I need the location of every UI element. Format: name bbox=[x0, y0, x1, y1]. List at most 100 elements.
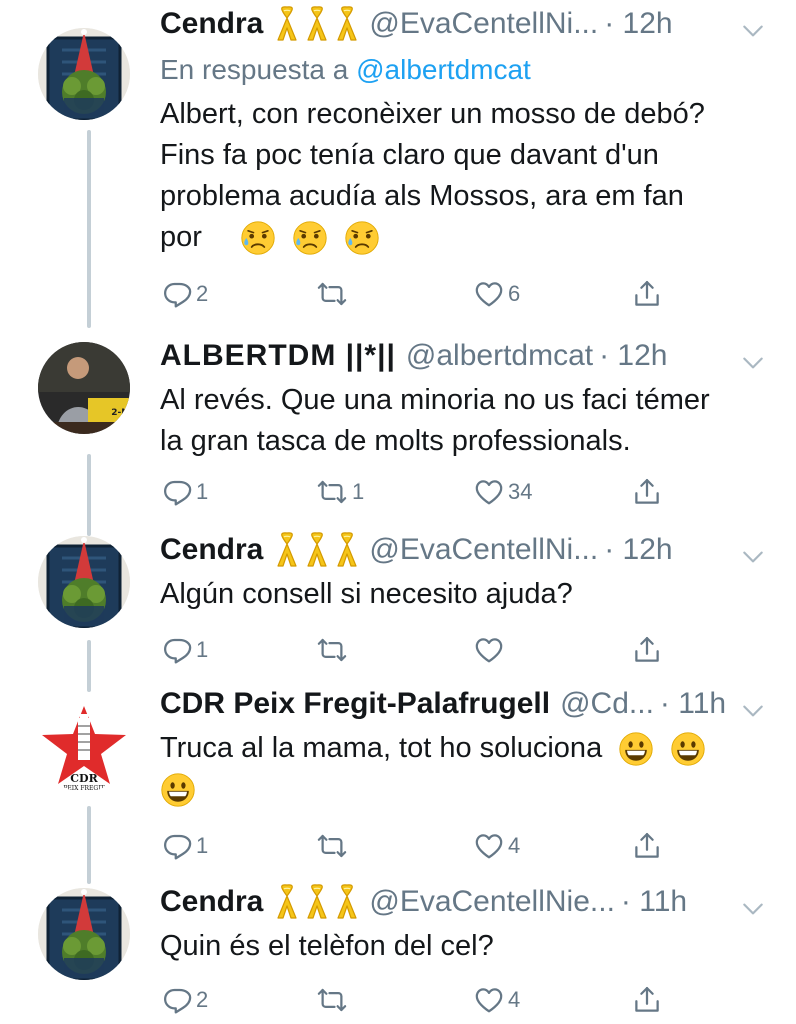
reply-button[interactable]: 1 bbox=[162, 632, 208, 668]
like-button[interactable]: 4 bbox=[474, 982, 520, 1018]
sad-sweat-emoji bbox=[240, 220, 276, 256]
tweet-line: la gran tasca de molts professionals. bbox=[160, 425, 631, 457]
yellow-ribbon-icon bbox=[335, 532, 359, 568]
tweet[interactable]: Cendra @EvaCentellNie... · 11h Quin és e… bbox=[0, 882, 796, 1024]
avatar[interactable] bbox=[38, 888, 130, 980]
avatar[interactable] bbox=[38, 28, 130, 120]
timestamp[interactable]: · 12h bbox=[599, 339, 667, 373]
chevron-down-icon[interactable] bbox=[740, 544, 766, 570]
grinning-emoji bbox=[618, 731, 654, 767]
tweet[interactable]: CDR PEIX FREGIT CDR Peix Fregit-Palafruge… bbox=[0, 684, 796, 874]
tweet-text: Algún consell si necesito ajuda? bbox=[160, 574, 766, 615]
reply-icon bbox=[162, 985, 192, 1015]
tweet-header: CDR Peix Fregit-Palafrugell @Cd... · 11h bbox=[160, 684, 766, 724]
display-name[interactable]: Cendra bbox=[160, 885, 263, 919]
handle[interactable]: @EvaCentellNi... bbox=[369, 533, 598, 567]
tweet-line: por bbox=[160, 221, 202, 253]
like-icon bbox=[474, 831, 504, 861]
share-button[interactable] bbox=[632, 828, 662, 864]
tweet-text: Albert, con reconèixer un mosso de debó?… bbox=[160, 94, 766, 258]
reply-prefix: En respuesta a bbox=[160, 54, 357, 85]
retweet-button[interactable] bbox=[316, 632, 352, 668]
tweet-line: Algún consell si necesito ajuda? bbox=[160, 578, 573, 610]
handle[interactable]: @EvaCentellNie... bbox=[369, 885, 615, 919]
like-button[interactable]: 34 bbox=[474, 474, 532, 510]
like-count: 34 bbox=[508, 479, 533, 504]
display-name[interactable]: ALBERTDM ||*|| bbox=[160, 339, 396, 373]
reply-count: 1 bbox=[196, 479, 209, 504]
tweet[interactable]: Cendra @EvaCentellNi... · 12h En respues… bbox=[0, 0, 796, 330]
like-button[interactable]: 4 bbox=[474, 828, 520, 864]
handle[interactable]: @EvaCentellNi... bbox=[369, 7, 598, 41]
sad-sweat-emoji bbox=[344, 220, 380, 256]
retweet-button[interactable] bbox=[316, 276, 352, 312]
chevron-down-icon[interactable] bbox=[740, 18, 766, 44]
retweet-button[interactable] bbox=[316, 828, 352, 864]
like-icon bbox=[474, 279, 504, 309]
reply-button[interactable]: 1 bbox=[162, 474, 208, 510]
reply-button[interactable]: 2 bbox=[162, 982, 208, 1018]
retweet-icon bbox=[316, 985, 348, 1015]
reply-to-link[interactable]: @albertdmcat bbox=[356, 54, 531, 85]
share-icon bbox=[632, 279, 662, 309]
like-icon bbox=[474, 477, 504, 507]
yellow-ribbon-icon bbox=[335, 884, 359, 920]
chevron-down-icon[interactable] bbox=[740, 350, 766, 376]
yellow-ribbon-icon bbox=[275, 884, 299, 920]
avatar-text: 2-N bbox=[111, 408, 129, 418]
share-button[interactable] bbox=[632, 982, 662, 1018]
display-name[interactable]: Cendra bbox=[160, 533, 263, 567]
reply-count: 1 bbox=[196, 833, 209, 858]
like-icon bbox=[474, 985, 504, 1015]
avatar[interactable] bbox=[38, 536, 130, 628]
reply-context: En respuesta a @albertdmcat bbox=[160, 50, 766, 90]
like-button[interactable]: 6 bbox=[474, 276, 520, 312]
yellow-ribbon-icon bbox=[275, 532, 299, 568]
retweet-button[interactable] bbox=[316, 982, 352, 1018]
avatar-subtext: PEIX FREGIT bbox=[63, 785, 104, 792]
timestamp[interactable]: · 11h bbox=[621, 885, 687, 919]
display-name[interactable]: Cendra bbox=[160, 7, 263, 41]
grinning-emoji bbox=[670, 731, 706, 767]
timestamp[interactable]: · 12h bbox=[604, 7, 672, 41]
share-button[interactable] bbox=[632, 276, 662, 312]
retweet-icon bbox=[316, 635, 348, 665]
like-button[interactable] bbox=[474, 632, 508, 668]
tweet-line: Truca al la mama, tot ho soluciona bbox=[160, 732, 603, 764]
reply-icon bbox=[162, 635, 192, 665]
retweet-icon bbox=[316, 279, 348, 309]
tweet-text: Truca al la mama, tot ho soluciona bbox=[160, 728, 766, 810]
action-bar: 2 4 bbox=[160, 982, 680, 1018]
tweet[interactable]: 2-N ALBERTDM ||*|| @albertdmcat · 12h Al… bbox=[0, 332, 796, 518]
retweet-button[interactable]: 1 bbox=[316, 474, 364, 510]
action-bar: 1 4 bbox=[160, 828, 680, 864]
like-count: 4 bbox=[508, 833, 521, 858]
avatar[interactable]: CDR PEIX FREGIT bbox=[38, 700, 130, 792]
yellow-ribbon-icon bbox=[275, 6, 299, 42]
handle[interactable]: @Cd... bbox=[560, 687, 654, 721]
like-count: 4 bbox=[508, 987, 521, 1012]
reply-button[interactable]: 2 bbox=[162, 276, 208, 312]
tweet-line: Al revés. Que una minoria no us faci tém… bbox=[160, 384, 710, 416]
retweet-count: 1 bbox=[352, 479, 365, 504]
share-button[interactable] bbox=[632, 632, 662, 668]
like-count: 6 bbox=[508, 281, 521, 306]
tweet-line: Fins fa poc tenía claro que davant d'un bbox=[160, 139, 659, 171]
ribbons bbox=[275, 532, 359, 568]
display-name[interactable]: CDR Peix Fregit-Palafrugell bbox=[160, 687, 550, 721]
reply-count: 1 bbox=[196, 637, 209, 662]
chevron-down-icon[interactable] bbox=[740, 896, 766, 922]
handle[interactable]: @albertdmcat bbox=[406, 339, 593, 373]
chevron-down-icon[interactable] bbox=[740, 698, 766, 724]
tweet[interactable]: Cendra @EvaCentellNi... · 12h Algún cons… bbox=[0, 530, 796, 680]
timestamp[interactable]: · 11h bbox=[660, 687, 726, 721]
action-bar: 1 bbox=[160, 632, 680, 668]
avatar[interactable]: 2-N bbox=[38, 342, 130, 434]
yellow-ribbon-icon bbox=[335, 6, 359, 42]
tweet-header: Cendra @EvaCentellNie... · 11h bbox=[160, 882, 766, 922]
yellow-ribbon-icon bbox=[305, 532, 329, 568]
timestamp[interactable]: · 12h bbox=[604, 533, 672, 567]
share-button[interactable] bbox=[632, 474, 662, 510]
reply-button[interactable]: 1 bbox=[162, 828, 208, 864]
reply-count: 2 bbox=[196, 281, 209, 306]
